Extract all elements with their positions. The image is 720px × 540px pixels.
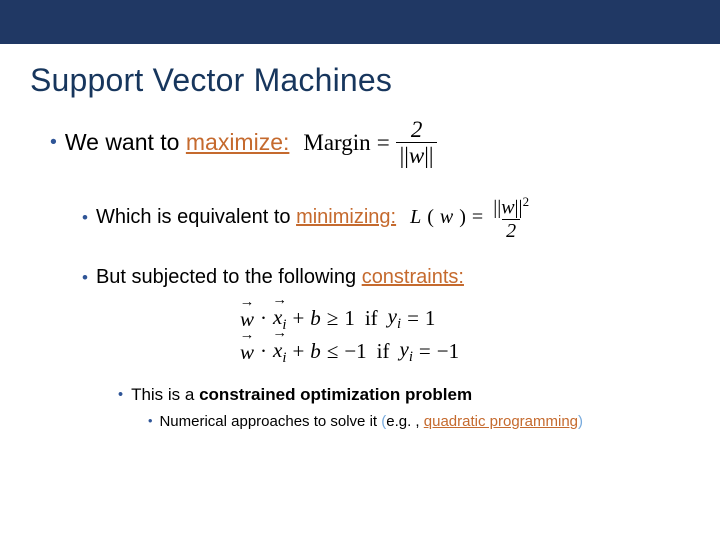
yi: yi <box>399 337 412 366</box>
rparen: ) <box>459 206 466 229</box>
margin-lhs: Margin <box>303 130 370 156</box>
eq-sign: = <box>377 130 390 156</box>
text: We want to <box>65 129 186 155</box>
w-arg: w <box>440 206 453 229</box>
keyword-minimize: minimizing: <box>296 206 396 228</box>
one: 1 <box>344 306 355 331</box>
text: Which is equivalent to <box>96 206 296 228</box>
eq: = <box>419 339 431 364</box>
leq: ≤ <box>327 339 339 364</box>
text: Numerical approaches to solve it <box>159 413 381 430</box>
paren-r: ) <box>578 413 583 430</box>
slide-title: Support Vector Machines <box>30 62 690 99</box>
eq-sign: = <box>472 206 483 229</box>
keyword-constraints: constraints: <box>362 266 464 288</box>
norm-r: || <box>424 143 433 168</box>
constraint-row-1: w · xi + b ≥ 1 if yi = 1 <box>240 303 690 334</box>
loss-fraction: ||w||2 2 <box>489 194 533 242</box>
bullet-dot-icon: • <box>82 209 88 226</box>
slide-body: Support Vector Machines • We want to max… <box>0 44 720 430</box>
squared: 2 <box>523 194 530 209</box>
norm-l: || <box>400 143 409 168</box>
eq: = <box>407 306 419 331</box>
top-accent-bar <box>0 0 720 44</box>
vec-w: w <box>240 338 254 365</box>
bullet-dot-icon: • <box>50 133 57 153</box>
constraint-row-2: w · xi + b ≤ −1 if yi = −1 <box>240 336 690 367</box>
bullet-dot-icon: • <box>82 269 88 286</box>
dot-op: · <box>260 339 267 364</box>
loss-formula: L(w) = ||w||2 2 <box>410 194 533 242</box>
frac-den: ||w|| <box>396 142 438 168</box>
bullet-dot-icon: • <box>118 388 123 402</box>
frac-num: ||w||2 <box>489 194 533 219</box>
margin-fraction: 2 ||w|| <box>396 117 438 168</box>
lparen: ( <box>427 206 434 229</box>
bullet-numerical-approaches: • Numerical approaches to solve it (e.g.… <box>148 413 690 430</box>
plus: + <box>292 306 304 331</box>
norm-l: || <box>493 197 501 219</box>
norm-r: || <box>515 197 523 219</box>
eg: e.g. , <box>386 413 424 430</box>
text: This is a <box>131 385 199 404</box>
w-var: w <box>409 143 424 168</box>
val: −1 <box>437 339 459 364</box>
margin-formula: Margin = 2 ||w|| <box>303 117 437 168</box>
bullet-constraints: • But subjected to the following constra… <box>82 266 690 289</box>
geq: ≥ <box>327 306 339 331</box>
bullet-optimization-problem: • This is a constrained optimization pro… <box>118 385 690 405</box>
bullet-maximize: • We want to maximize: Margin = 2 ||w|| <box>50 117 690 168</box>
if: if <box>365 306 378 331</box>
bullet-dot-icon: • <box>148 415 152 428</box>
neg-one: −1 <box>344 339 366 364</box>
val: 1 <box>425 306 436 331</box>
text: But subjected to the following <box>96 266 362 288</box>
yi: yi <box>388 304 401 333</box>
if: if <box>377 339 390 364</box>
b: b <box>310 306 321 331</box>
vec-xi: xi <box>273 336 286 367</box>
bullet-minimize: • Which is equivalent to minimizing: L ( w… <box>82 194 690 242</box>
b: b <box>310 339 321 364</box>
dot-op: · <box>260 306 267 331</box>
keyword-maximize: maximize: <box>186 129 290 155</box>
w-var: w <box>501 197 514 219</box>
L: L <box>410 206 421 229</box>
keyword-qp: quadratic programming <box>424 413 578 430</box>
constraint-equations: w · xi + b ≥ 1 if yi = 1 w · xi + b ≤ −1… <box>240 303 690 367</box>
plus: + <box>292 339 304 364</box>
frac-num: 2 <box>407 117 427 142</box>
bold-phrase: constrained optimization problem <box>199 385 472 404</box>
frac-den: 2 <box>502 219 520 242</box>
